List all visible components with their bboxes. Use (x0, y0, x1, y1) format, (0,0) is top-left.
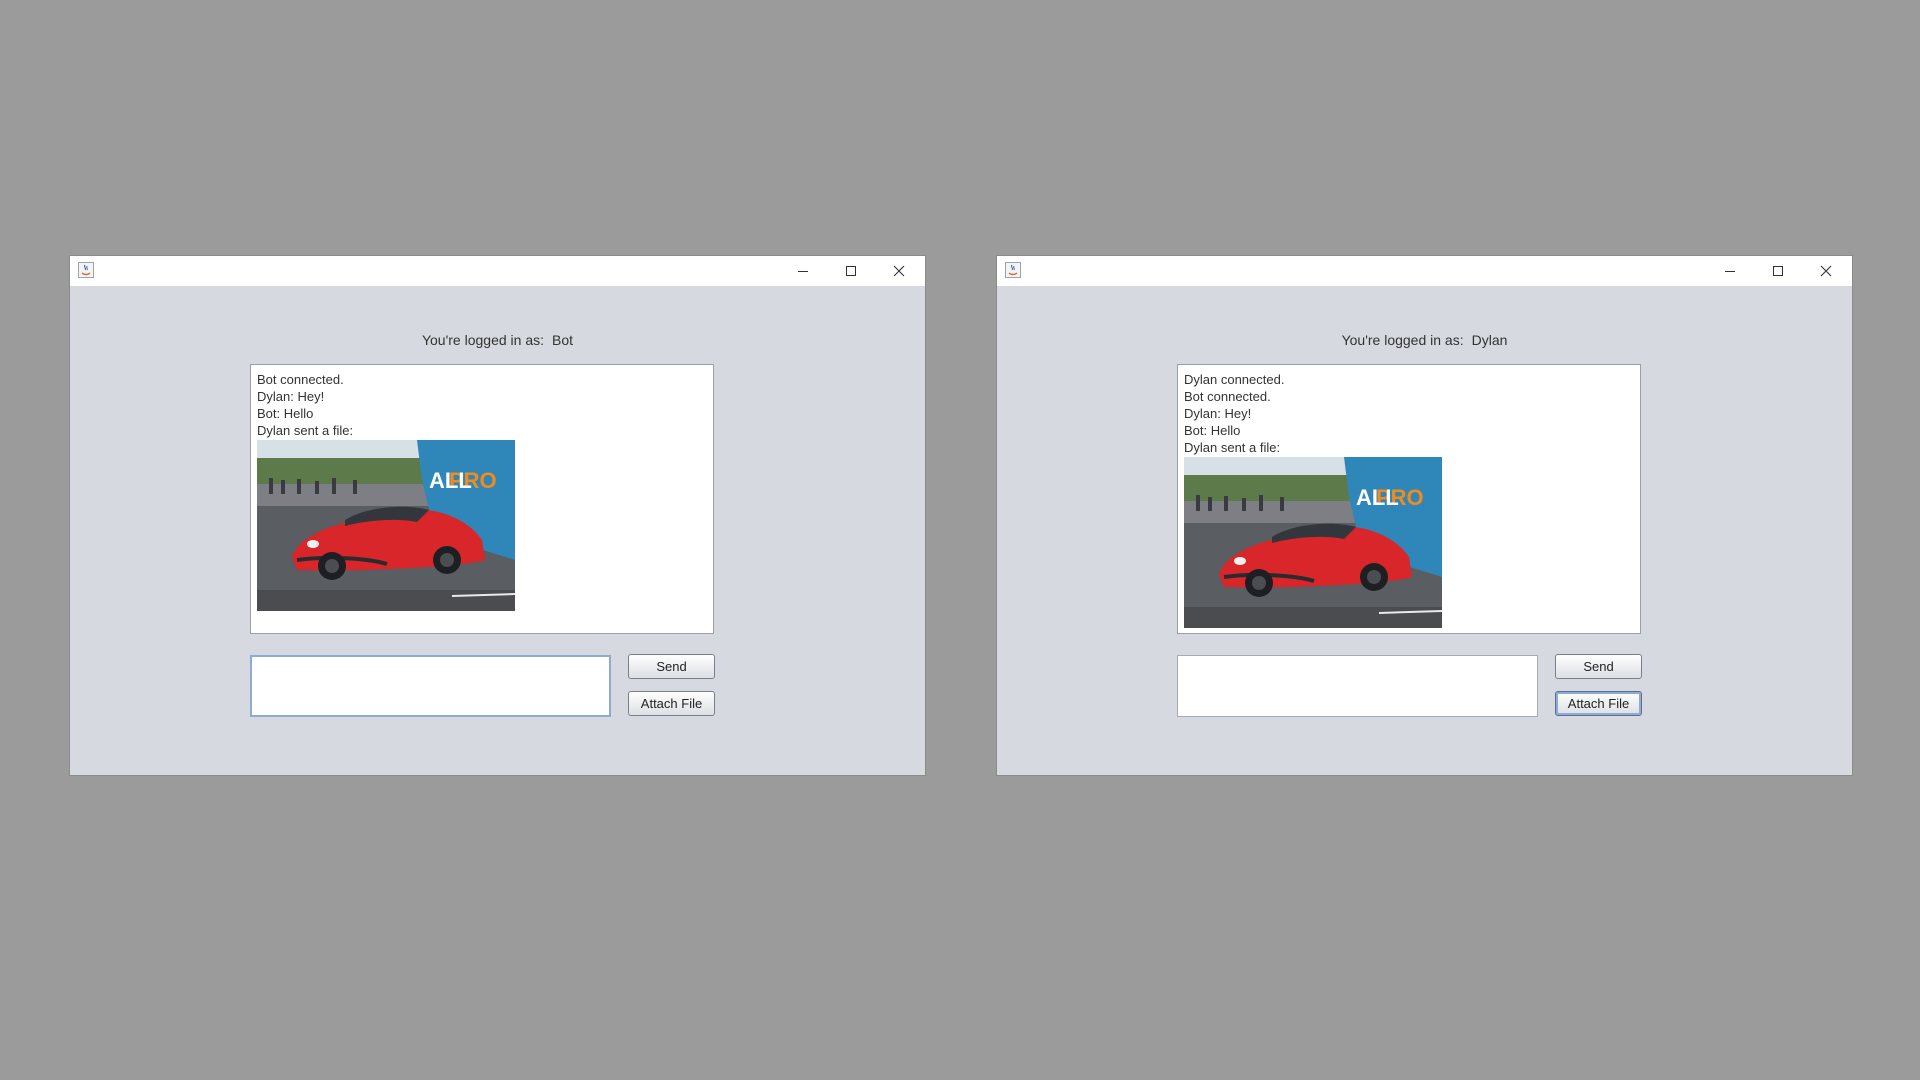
chat-message: Dylan connected. (1184, 372, 1285, 387)
java-app-icon (78, 262, 94, 278)
chat-message: Bot connected. (1184, 389, 1271, 404)
username-label: Bot (552, 332, 574, 348)
chat-history[interactable]: Bot connected. Dylan: Hey! Bot: Hello Dy… (250, 364, 714, 634)
maximize-button[interactable] (1754, 256, 1802, 286)
attach-file-button[interactable]: Attach File (1555, 691, 1642, 716)
maximize-icon (846, 266, 856, 276)
chat-message: Dylan sent a file: (257, 423, 354, 438)
car-photo-attachment[interactable]: PRO ALL (1184, 457, 1442, 628)
title-bar[interactable] (70, 256, 925, 286)
car-photo-attachment[interactable]: PRO ALL (257, 440, 515, 611)
chat-message: Dylan: Hey! (1184, 406, 1252, 421)
close-button[interactable] (1802, 256, 1850, 286)
chat-message: Bot: Hello (1184, 423, 1241, 438)
send-button[interactable]: Send (628, 654, 715, 679)
chat-history[interactable]: Dylan connected. Bot connected. Dylan: H… (1177, 364, 1641, 634)
close-button[interactable] (875, 256, 923, 286)
chat-window-bot: You're logged in as: Bot Bot connected. D… (70, 256, 925, 775)
svg-text:ALL: ALL (429, 468, 472, 493)
chat-message: Bot connected. (257, 372, 344, 387)
java-app-icon (1005, 262, 1021, 278)
attach-file-button[interactable]: Attach File (628, 691, 715, 716)
chat-message: Dylan: Hey! (257, 389, 325, 404)
message-input[interactable] (250, 655, 611, 717)
send-button[interactable]: Send (1555, 654, 1642, 679)
logged-in-row: You're logged in as: Dylan (997, 332, 1852, 348)
logged-in-row: You're logged in as: Bot (70, 332, 925, 348)
minimize-button[interactable] (1706, 256, 1754, 286)
username-label: Dylan (1471, 332, 1508, 348)
maximize-button[interactable] (827, 256, 875, 286)
title-bar[interactable] (997, 256, 1852, 286)
minimize-icon (1725, 271, 1735, 272)
close-icon (1820, 265, 1832, 277)
svg-text:ALL: ALL (1356, 485, 1399, 510)
chat-message: Dylan sent a file: (1184, 440, 1281, 455)
chat-message: Bot: Hello (257, 406, 314, 421)
close-icon (893, 265, 905, 277)
logged-in-label: You're logged in as: (421, 332, 544, 348)
minimize-icon (798, 271, 808, 272)
message-input[interactable] (1177, 655, 1538, 717)
logged-in-label: You're logged in as: (1341, 332, 1464, 348)
maximize-icon (1773, 266, 1783, 276)
chat-window-dylan: You're logged in as: Dylan Dylan connecte… (997, 256, 1852, 775)
minimize-button[interactable] (779, 256, 827, 286)
